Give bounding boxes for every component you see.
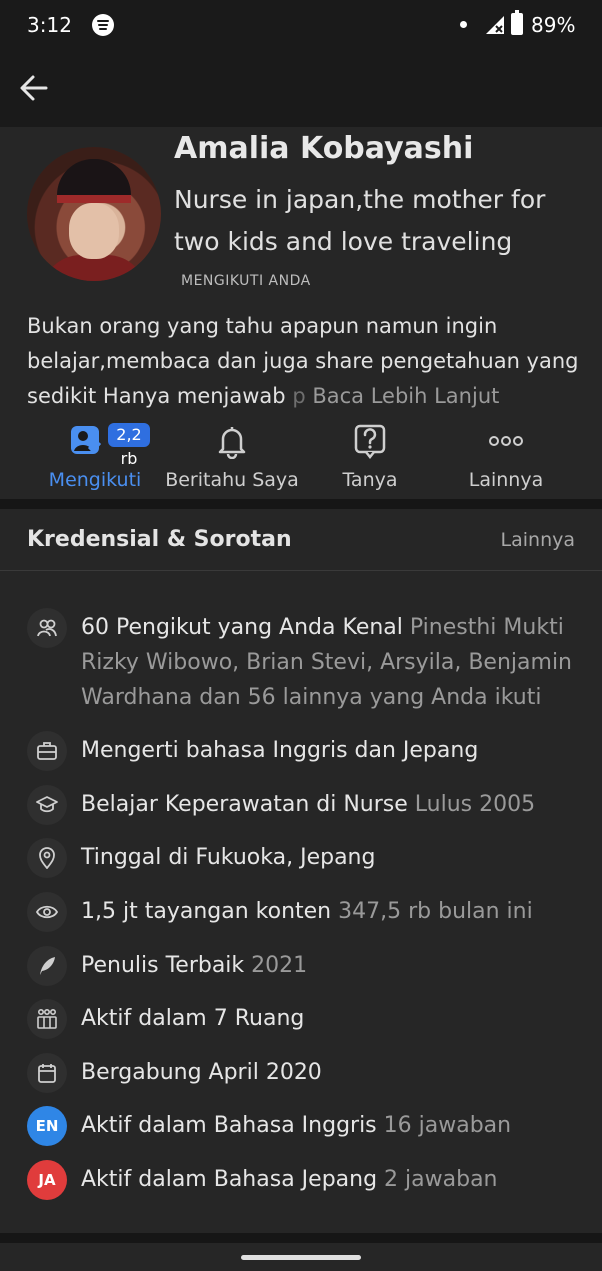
question-icon (354, 424, 386, 459)
read-more-link[interactable]: Baca Lebih Lanjut (312, 384, 499, 408)
credential-text: Aktif dalam Bahasa Inggris 16 jawaban (81, 1113, 512, 1138)
spaces-icon (27, 999, 67, 1039)
person-check-icon (71, 426, 101, 454)
battery-icon (511, 10, 523, 35)
status-bar: 3:12 89% (0, 0, 602, 52)
more-button[interactable]: Lainnya (450, 423, 562, 495)
credential-text: Aktif dalam Bahasa Jepang 2 jawaban (81, 1167, 498, 1192)
status-time: 3:12 (27, 13, 72, 37)
section-divider (0, 499, 602, 509)
notify-me-label: Beritahu Saya (165, 469, 299, 491)
credential-text: Bergabung April 2020 (81, 1060, 322, 1085)
credential-text: 1,5 jt tayangan konten 347,5 rb bulan in… (81, 899, 533, 924)
profile-actions: 2,2 rb Mengikuti Beritahu Saya Tanya Lai… (0, 423, 602, 495)
app-bar (0, 52, 602, 127)
profile-name: Amalia Kobayashi (174, 131, 474, 166)
credential-text: Tinggal di Fukuoka, Jepang (81, 845, 376, 870)
more-dots-icon (489, 436, 523, 446)
bio-fade: p (285, 384, 306, 408)
following-label: Mengikuti (48, 469, 142, 491)
ask-label: Tanya (342, 469, 398, 491)
followers-count-badge: 2,2 rb (108, 423, 150, 468)
ask-button[interactable]: Tanya (320, 423, 420, 495)
credential-text: 60 Pengikut yang Anda Kenal Pinesthi Muk… (81, 615, 572, 710)
credential-text: Aktif dalam 7 Ruang (81, 1006, 305, 1031)
home-indicator[interactable] (241, 1255, 361, 1260)
battery-percent: 89% (531, 13, 576, 37)
language-ja-icon: JA (27, 1160, 67, 1200)
eye-icon (27, 892, 67, 932)
credentials-header: Kredensial & Sorotan Lainnya (0, 509, 602, 571)
profile-header: Amalia Kobayashi Nurse in japan,the moth… (0, 127, 602, 499)
calendar-icon (27, 1053, 67, 1093)
notify-me-button[interactable]: Beritahu Saya (162, 423, 302, 495)
briefcase-icon (27, 731, 67, 771)
avatar[interactable] (27, 147, 161, 281)
bottom-divider (0, 1233, 602, 1243)
credential-text: Belajar Keperawatan di Nurse Lulus 2005 (81, 792, 536, 817)
credentials-more-link[interactable]: Lainnya (501, 529, 575, 551)
credential-text: Mengerti bahasa Inggris dan Jepang (81, 738, 479, 763)
credentials-section: Kredensial & Sorotan Lainnya 60 Pengikut… (0, 509, 602, 1233)
profile-tagline[interactable]: Nurse in japan,the mother for two kids a… (174, 179, 584, 263)
more-label: Lainnya (468, 469, 544, 491)
credentials-title: Kredensial & Sorotan (27, 527, 292, 552)
graduation-cap-icon (27, 785, 67, 825)
spotify-icon (92, 14, 114, 36)
signal-icon (486, 16, 504, 34)
profile-bio[interactable]: Bukan orang yang tahu apapun namun ingin… (27, 309, 579, 414)
location-pin-icon (27, 838, 67, 878)
notification-dot-icon (460, 21, 467, 28)
credential-text: Penulis Terbaik 2021 (81, 953, 308, 978)
people-icon (27, 608, 67, 648)
back-arrow-icon[interactable] (16, 70, 52, 106)
language-en-icon: EN (27, 1106, 67, 1146)
following-button[interactable]: 2,2 rb Mengikuti (40, 423, 150, 495)
bell-icon (218, 427, 246, 459)
follows-you-label: MENGIKUTI ANDA (181, 273, 311, 289)
quill-icon (27, 946, 67, 986)
